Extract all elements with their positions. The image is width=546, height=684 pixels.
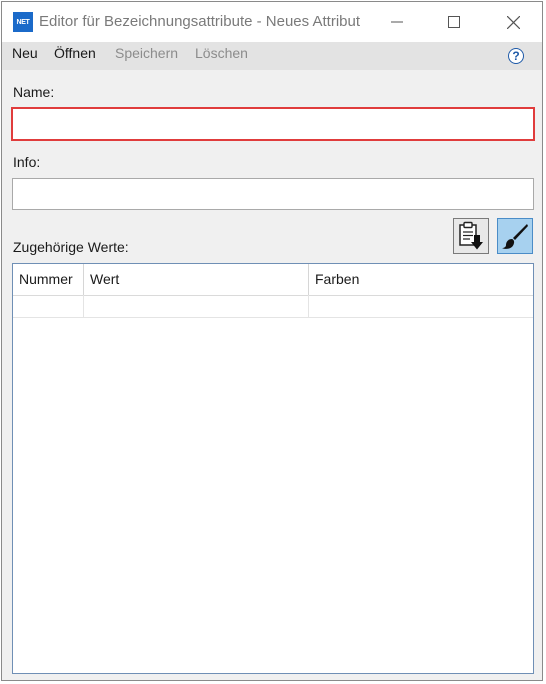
grid-header: Nummer Wert Farben xyxy=(13,264,533,296)
cell-nummer[interactable] xyxy=(13,295,84,317)
menu-item-loeschen[interactable]: Löschen xyxy=(195,45,248,61)
column-header-farben[interactable]: Farben xyxy=(309,264,533,295)
menu-item-speichern[interactable]: Speichern xyxy=(115,45,178,61)
table-row[interactable] xyxy=(13,295,533,318)
close-icon xyxy=(506,15,520,29)
menu-item-oeffnen[interactable]: Öffnen xyxy=(54,45,96,61)
help-icon[interactable]: ? xyxy=(508,48,524,64)
minimize-icon xyxy=(391,21,403,23)
column-header-wert[interactable]: Wert xyxy=(84,264,309,295)
window-title: Editor für Bezeichnungsattribute - Neues… xyxy=(39,13,361,30)
values-label: Zugehörige Werte: xyxy=(13,239,129,255)
values-grid[interactable]: Nummer Wert Farben xyxy=(12,263,534,674)
maximize-button[interactable] xyxy=(431,2,477,42)
menu-item-neu[interactable]: Neu xyxy=(12,45,38,61)
title-bar[interactable]: NET Editor für Bezeichnungsattribute - N… xyxy=(2,2,542,42)
close-button[interactable] xyxy=(490,2,536,42)
minimize-button[interactable] xyxy=(374,2,420,42)
menu-bar: Neu Öffnen Speichern Löschen ? xyxy=(2,42,542,70)
name-label: Name: xyxy=(13,84,55,100)
cell-farben[interactable] xyxy=(309,295,533,317)
name-input[interactable] xyxy=(11,107,535,141)
cell-wert[interactable] xyxy=(84,295,309,317)
paste-clipboard-icon xyxy=(459,221,483,250)
brush-button[interactable] xyxy=(497,218,533,254)
paste-button[interactable] xyxy=(453,218,489,254)
paint-brush-icon xyxy=(502,224,528,249)
info-input[interactable] xyxy=(12,178,534,210)
column-header-nummer[interactable]: Nummer xyxy=(13,264,84,295)
maximize-icon xyxy=(448,16,460,28)
info-label: Info: xyxy=(13,154,41,170)
app-icon: NET xyxy=(13,12,33,32)
editor-window: NET Editor für Bezeichnungsattribute - N… xyxy=(1,1,543,681)
